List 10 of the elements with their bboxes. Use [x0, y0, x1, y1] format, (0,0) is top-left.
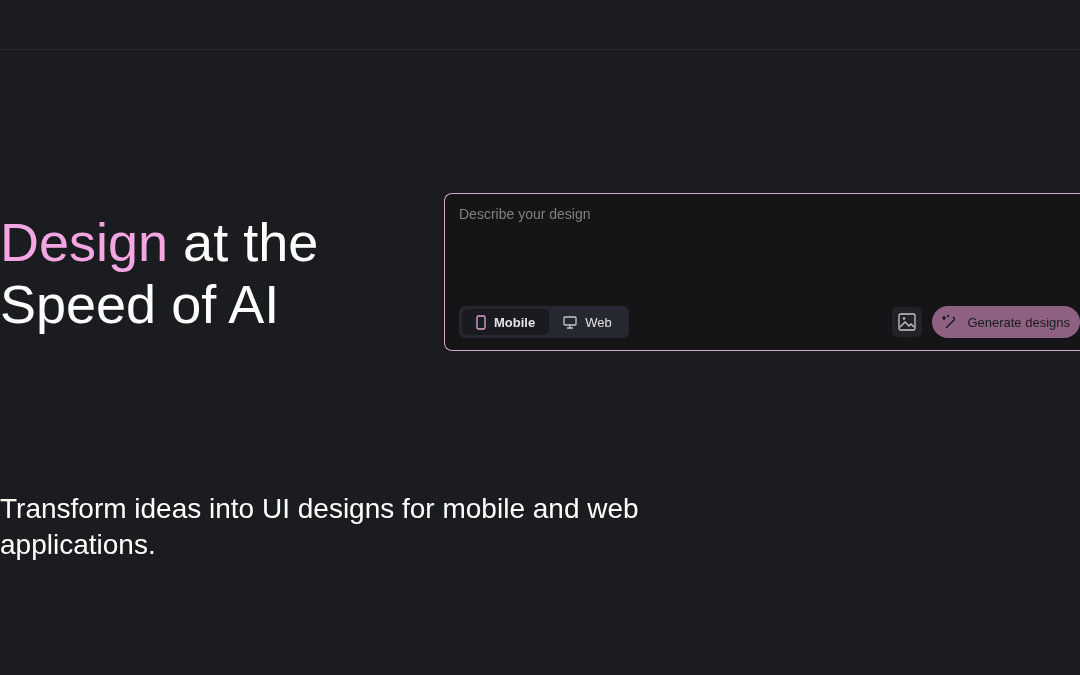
monitor-icon	[563, 315, 578, 329]
image-upload-button[interactable]	[892, 307, 923, 337]
image-icon	[898, 313, 917, 331]
mode-tab[interactable]: Web	[549, 309, 626, 335]
mode-tab[interactable]: Mobile	[462, 309, 550, 335]
magic-pen-icon	[942, 314, 959, 330]
tagline: Transform ideas into UI designs for mobile and web applications.	[0, 492, 640, 562]
phone-icon	[476, 314, 486, 330]
headline: Design at the Speed of AI	[0, 211, 320, 335]
prompt-field[interactable]: Describe your design Mobile Web Generate designs	[444, 193, 1080, 351]
